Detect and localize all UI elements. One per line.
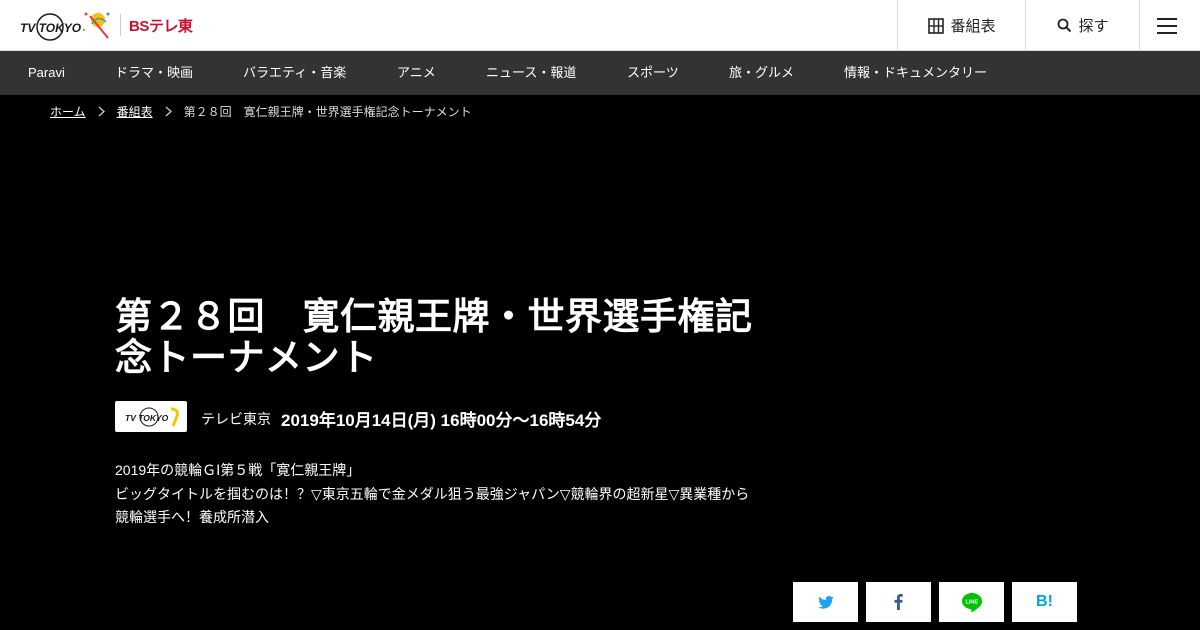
description-line: 2019年の競輪ＧⅠ第５戦「寛仁親王牌」 xyxy=(115,462,361,478)
station-name: テレビ東京 xyxy=(201,411,271,427)
nav-item-travel-gourmet[interactable]: 旅・グルメ xyxy=(729,51,794,95)
tv-tokyo-logo[interactable]: TV TOKYO xyxy=(20,10,112,42)
nav-item-news[interactable]: ニュース・報道 xyxy=(486,51,576,95)
station-logo-text: TV TOKYO xyxy=(125,413,169,423)
nav-item-variety-music[interactable]: バラエティ・音楽 xyxy=(243,51,346,95)
twitter-share-button[interactable] xyxy=(793,582,858,622)
description-line: ビッグタイトルを掴むのは！？▽東京五輪で金メダル狙う最強ジャパン▽競輪界の超新星… xyxy=(115,485,750,526)
program-description: 2019年の競輪ＧⅠ第５戦「寛仁親王牌」 ビッグタイトルを掴むのは！？▽東京五輪… xyxy=(115,459,755,530)
tv-tokyo-logo-text: TV TOKYO xyxy=(20,21,82,35)
airtime: 2019年10月14日(月) 16時00分～16時54分 xyxy=(281,411,602,430)
breadcrumb: ホーム 番組表 第２８回 寛仁親王牌・世界選手権記念トーナメント xyxy=(50,103,472,119)
hatena-icon: B! xyxy=(1036,593,1053,610)
search-label: 探す xyxy=(1078,18,1109,35)
line-icon: LINE xyxy=(961,592,982,612)
schedule-label: 番組表 xyxy=(950,18,996,35)
nav-item-sports[interactable]: スポーツ xyxy=(627,51,679,95)
breadcrumb-current: 第２８回 寛仁親王牌・世界選手権記念トーナメント xyxy=(183,104,472,119)
chevron-right-icon xyxy=(165,106,172,117)
nav-item-paravi[interactable]: Paravi xyxy=(28,51,65,95)
schedule-button[interactable]: 番組表 xyxy=(897,0,1026,51)
nav-item-drama-movie[interactable]: ドラマ・映画 xyxy=(115,51,193,95)
search-icon xyxy=(1058,18,1072,33)
grid-icon xyxy=(928,17,945,34)
facebook-icon xyxy=(894,594,903,610)
twitter-icon xyxy=(817,595,834,609)
line-share-button[interactable]: LINE xyxy=(939,582,1004,622)
hatena-bookmark-share-button[interactable]: B! xyxy=(1012,582,1077,622)
facebook-share-button[interactable] xyxy=(866,582,931,622)
program-title: 第２８回 寛仁親王牌・世界選手権記念トーナメント xyxy=(115,296,753,378)
chevron-right-icon xyxy=(98,106,105,117)
site-header: TV TOKYO BSテレ東 番組表 探す xyxy=(0,0,1200,51)
hamburger-icon xyxy=(1157,17,1177,34)
svg-text:LINE: LINE xyxy=(965,599,978,605)
genre-nav: Paravi ドラマ・映画 バラエティ・音楽 アニメ ニュース・報道 スポーツ … xyxy=(0,51,1200,95)
nav-item-anime[interactable]: アニメ xyxy=(397,51,436,95)
search-button[interactable]: 探す xyxy=(1025,0,1140,51)
breadcrumb-schedule[interactable]: 番組表 xyxy=(117,103,153,120)
logo-divider xyxy=(120,14,121,36)
nav-item-info-documentary[interactable]: 情報・ドキュメンタリー xyxy=(844,51,987,95)
breadcrumb-home[interactable]: ホーム xyxy=(50,103,86,120)
station-logo: TV TOKYO xyxy=(115,401,187,432)
menu-button[interactable] xyxy=(1139,0,1200,51)
bs-tv-tokyo-logo[interactable]: BSテレ東 xyxy=(129,15,193,36)
